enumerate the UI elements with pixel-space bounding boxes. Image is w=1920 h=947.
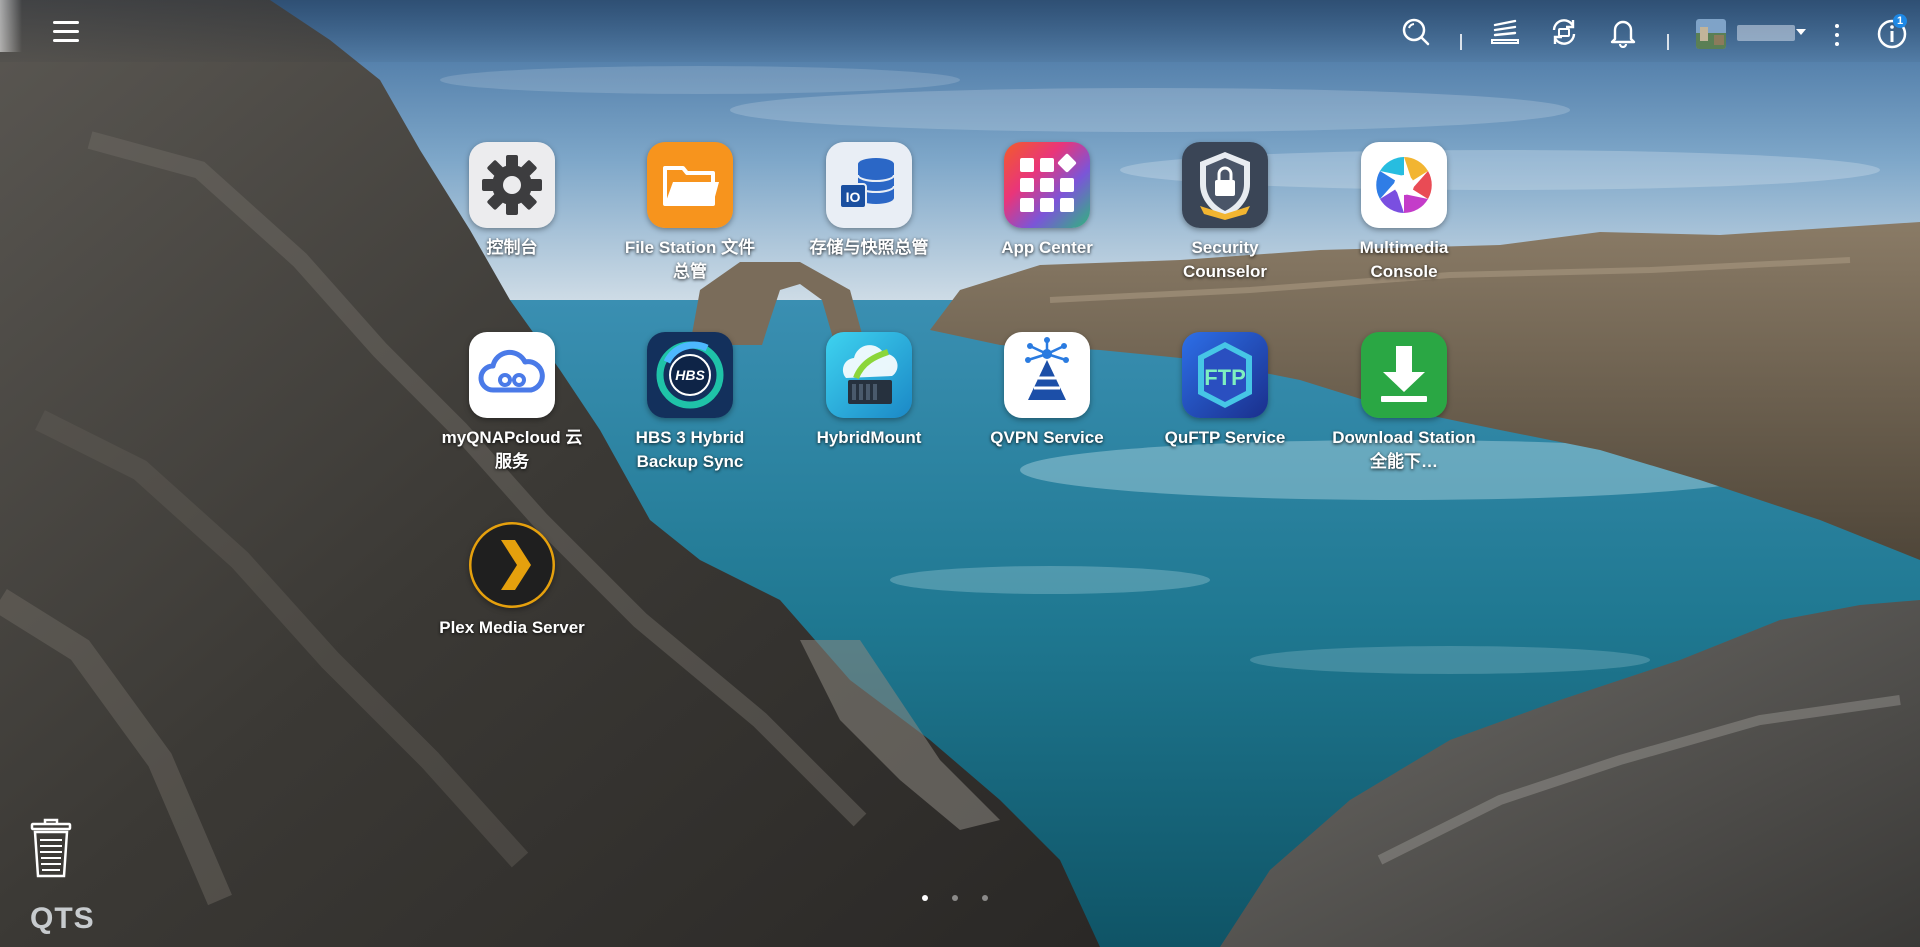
app-grid-icon: [1004, 142, 1090, 228]
app-app-center[interactable]: App Center: [968, 142, 1126, 260]
app-label: QuFTP Service: [1164, 428, 1286, 447]
toolbar-divider: [1460, 34, 1462, 50]
chevron-down-icon[interactable]: [1796, 29, 1806, 35]
app-qvpn-service[interactable]: QVPN Service: [968, 332, 1126, 450]
toolbar-divider: [1667, 34, 1669, 50]
kebab-menu-icon[interactable]: [1830, 20, 1844, 50]
app-label: 控制台: [486, 238, 538, 257]
aperture-icon: [1361, 142, 1447, 228]
app-myqnapcloud[interactable]: myQNAPcloud 云服务: [433, 332, 591, 474]
page-dot-1[interactable]: [922, 895, 928, 901]
top-toolbar: 1: [0, 0, 1920, 62]
cloud-icon: [469, 332, 555, 418]
app-hybridmount[interactable]: HybridMount: [790, 332, 948, 450]
app-label: QVPN Service: [990, 428, 1104, 447]
shield-lock-icon: [1182, 142, 1268, 228]
app-label: 存储与快照总管: [809, 238, 929, 257]
app-label: File Station 文件总管: [624, 238, 756, 281]
vpn-tower-icon: [1004, 332, 1090, 418]
app-file-station[interactable]: File Station 文件总管: [611, 142, 769, 284]
user-avatar-image[interactable]: [1696, 19, 1726, 49]
download-icon: [1361, 332, 1447, 418]
gear-icon: [469, 142, 555, 228]
app-label: HBS 3 Hybrid Backup Sync: [635, 428, 745, 471]
app-label: myQNAPcloud 云服务: [441, 428, 583, 471]
ftp-icon: FTP: [1182, 332, 1268, 418]
app-label: App Center: [1001, 238, 1093, 257]
desktop-wallpaper: [0, 0, 1920, 947]
corner-highlight: [0, 0, 22, 52]
qts-logo: QTS: [30, 902, 95, 935]
app-download-station[interactable]: Download Station 全能下…: [1325, 332, 1483, 474]
background-tasks-icon[interactable]: [1489, 16, 1521, 48]
app-control-panel[interactable]: 控制台: [433, 142, 591, 260]
svg-text:IO: IO: [846, 189, 861, 205]
app-label: Multimedia Console: [1359, 238, 1449, 281]
app-label: HybridMount: [816, 428, 922, 447]
hbs-icon: HBS: [647, 332, 733, 418]
recycle-bin-icon[interactable]: [26, 818, 76, 878]
sync-icon[interactable]: [1548, 16, 1580, 48]
app-hbs3[interactable]: HBS HBS 3 Hybrid Backup Sync: [611, 332, 769, 474]
search-icon[interactable]: [1400, 16, 1432, 48]
page-dot-2[interactable]: [952, 895, 958, 901]
bell-icon[interactable]: [1607, 16, 1639, 49]
notification-count-badge: 1: [1893, 14, 1907, 28]
app-label: Download Station 全能下…: [1332, 428, 1476, 471]
app-security-counselor[interactable]: Security Counselor: [1146, 142, 1304, 284]
cloud-drive-icon: [826, 332, 912, 418]
app-storage-snapshots[interactable]: IO 存储与快照总管: [790, 142, 948, 260]
app-label: Security Counselor: [1182, 238, 1268, 281]
app-multimedia-console[interactable]: Multimedia Console: [1325, 142, 1483, 284]
app-quftp-service[interactable]: FTP QuFTP Service: [1146, 332, 1304, 450]
folder-icon: [647, 142, 733, 228]
app-label: Plex Media Server: [439, 618, 585, 637]
username-label[interactable]: [1737, 25, 1795, 41]
desktop-page-indicator: [922, 888, 1012, 901]
svg-text:FTP: FTP: [1204, 365, 1246, 390]
plex-chevron-icon: [469, 522, 555, 608]
svg-text:HBS: HBS: [675, 367, 705, 383]
app-plex-media-server[interactable]: Plex Media Server: [433, 522, 591, 640]
storage-database-icon: IO: [826, 142, 912, 228]
page-dot-3[interactable]: [982, 895, 988, 901]
hamburger-icon[interactable]: [44, 14, 86, 50]
